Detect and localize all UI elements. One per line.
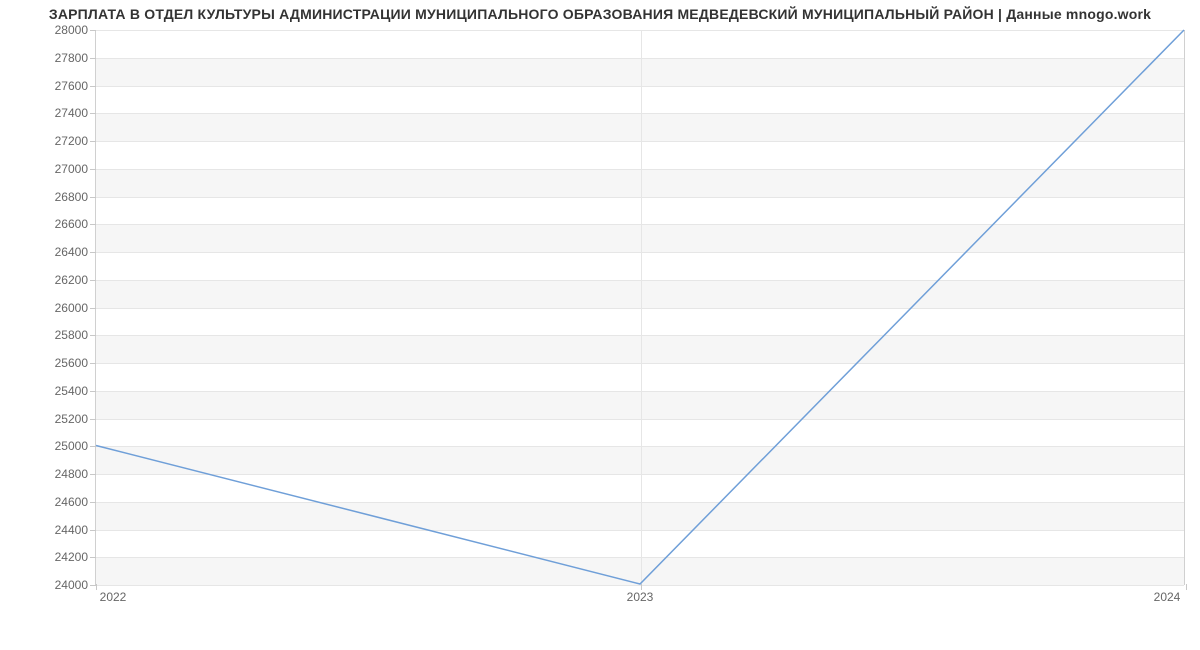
y-tick-label: 24600	[55, 495, 88, 509]
y-tick-label: 24000	[55, 578, 88, 592]
y-gridline	[96, 585, 1184, 586]
y-tick-label: 26600	[55, 217, 88, 231]
y-tick-label: 26000	[55, 301, 88, 315]
y-tick-label: 25200	[55, 412, 88, 426]
x-tick-label: 2024	[1154, 590, 1181, 604]
y-tick-label: 28000	[55, 23, 88, 37]
chart-container: ЗАРПЛАТА В ОТДЕЛ КУЛЬТУРЫ АДМИНИСТРАЦИИ …	[0, 0, 1200, 650]
y-tick-label: 24400	[55, 523, 88, 537]
y-tick-label: 27600	[55, 79, 88, 93]
x-tick	[1186, 584, 1187, 590]
x-axis-labels: 2022 2023 2024	[95, 590, 1185, 610]
y-tick-label: 25400	[55, 384, 88, 398]
x-tick-label: 2022	[100, 590, 127, 604]
y-tick-label: 25600	[55, 356, 88, 370]
chart-title: ЗАРПЛАТА В ОТДЕЛ КУЛЬТУРЫ АДМИНИСТРАЦИИ …	[0, 6, 1200, 22]
y-tick-label: 25800	[55, 328, 88, 342]
y-tick-label: 27000	[55, 162, 88, 176]
y-tick-label: 26200	[55, 273, 88, 287]
line-series	[96, 30, 1184, 584]
y-tick-label: 27800	[55, 51, 88, 65]
y-tick-label: 24800	[55, 467, 88, 481]
y-tick-label: 26400	[55, 245, 88, 259]
y-tick-label: 27200	[55, 134, 88, 148]
y-tick-label: 25000	[55, 439, 88, 453]
data-line	[96, 30, 1184, 584]
y-tick-label: 24200	[55, 550, 88, 564]
y-axis-labels: 2400024200244002460024800250002520025400…	[0, 30, 88, 585]
y-tick-label: 27400	[55, 106, 88, 120]
y-tick-label: 26800	[55, 190, 88, 204]
plot-area	[95, 30, 1185, 585]
x-tick-label: 2023	[627, 590, 654, 604]
